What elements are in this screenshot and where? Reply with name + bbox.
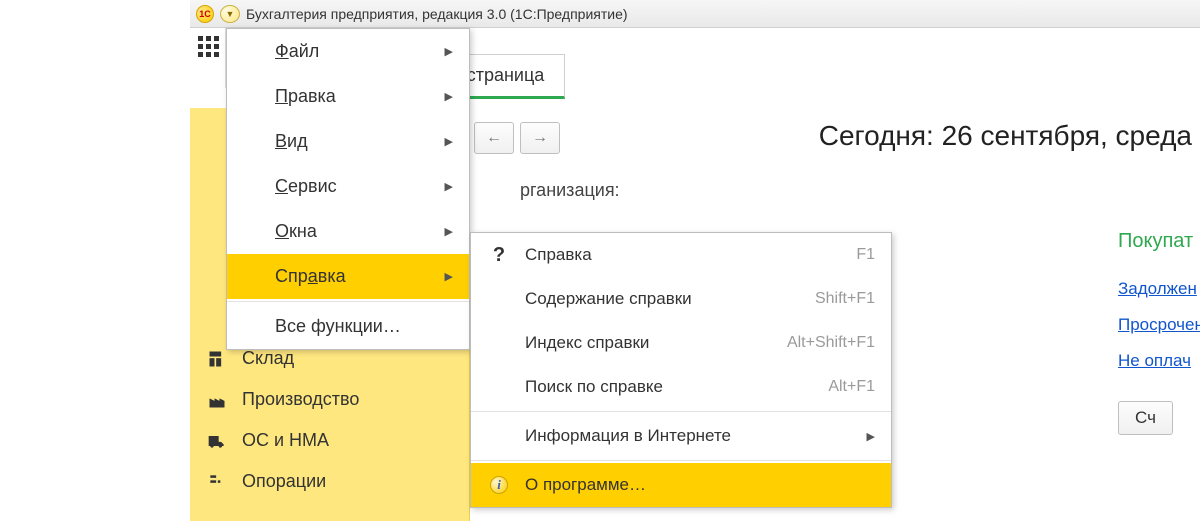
menu-item-view[interactable]: Вид ▶ [227,119,469,164]
chevron-right-icon: ▶ [445,225,453,238]
chevron-right-icon: ▶ [445,135,453,148]
menu-item-help[interactable]: Справка ▶ [227,254,469,299]
menu-item-all-functions[interactable]: Все функции… [227,304,469,349]
chevron-right-icon: ▶ [445,180,453,193]
menu-item-label: Правка [275,86,336,107]
sub-item-help-contents[interactable]: Содержание справки Shift+F1 [471,277,891,321]
chevron-right-icon: ▶ [867,430,875,443]
menu-item-label: Справка [275,266,346,287]
sub-item-help-index[interactable]: Индекс справки Alt+Shift+F1 [471,321,891,365]
link-overdue[interactable]: Просрочен [1118,307,1200,343]
operations-icon [206,472,228,492]
info-icon: i [489,475,509,495]
sub-item-label: Информация в Интернете [525,426,731,446]
right-panel-heading: Покупат [1118,230,1200,271]
menu-separator [471,460,891,461]
menu-separator [471,411,891,412]
sidebar-item-assets[interactable]: ОС и НМА [190,420,469,461]
link-debt[interactable]: Задолжен [1118,271,1200,307]
sub-item-help[interactable]: ? Справка F1 [471,233,891,277]
sub-item-label: О программе… [525,475,646,495]
menu-item-label: Вид [275,131,308,152]
app-window: 1C ▼ Бухгалтерия предприятия, редакция 3… [190,0,1200,521]
today-heading: Сегодня: 26 сентября, среда [819,120,1192,152]
apps-grid-icon[interactable] [198,36,219,57]
chevron-right-icon: ▶ [445,45,453,58]
nav-back-button[interactable]: ← [474,122,514,154]
sidebar-item-label: Склад [242,348,294,369]
logo-1c-icon: 1C [196,5,214,23]
shortcut: F1 [856,246,875,264]
arrow-right-icon: → [532,129,548,147]
menu-item-label: Все функции… [275,316,401,337]
sub-item-help-search[interactable]: Поиск по справке Alt+F1 [471,365,891,409]
question-icon: ? [489,245,509,265]
shortcut: Alt+Shift+F1 [787,334,875,352]
menu-item-label: Сервис [275,176,337,197]
link-unpaid[interactable]: Не оплач [1118,343,1200,379]
invoice-button[interactable]: Сч [1118,401,1173,435]
chevron-right-icon: ▶ [445,270,453,283]
sidebar-item-production[interactable]: Производство [190,379,469,420]
menu-item-label: Окна [275,221,317,242]
organization-label: рганизация: [520,180,620,201]
chevron-down-icon: ▼ [226,9,235,19]
menu-item-windows[interactable]: Окна ▶ [227,209,469,254]
titlebar: 1C ▼ Бухгалтерия предприятия, редакция 3… [190,0,1200,28]
title-dropdown-button[interactable]: ▼ [220,5,240,23]
sub-item-internet-info[interactable]: Информация в Интернете ▶ [471,414,891,458]
sidebar-item-label: Производство [242,389,359,410]
menu-item-edit[interactable]: Правка ▶ [227,74,469,119]
sidebar-item-label: ОС и НМА [242,430,329,451]
sub-item-label: Справка [525,245,592,265]
sub-item-label: Содержание справки [525,289,692,309]
help-submenu: ? Справка F1 Содержание справки Shift+F1… [470,232,892,508]
right-panel: Покупат Задолжен Просрочен Не оплач Сч [1118,230,1200,435]
sub-item-label: Поиск по справке [525,377,663,397]
sub-item-label: Индекс справки [525,333,649,353]
menu-item-label: Файл [275,41,319,62]
menu-item-service[interactable]: Сервис ▶ [227,164,469,209]
shortcut: Shift+F1 [815,290,875,308]
truck-icon [206,431,228,451]
arrow-left-icon: ← [486,129,502,147]
nav-forward-button[interactable]: → [520,122,560,154]
factory-icon [206,390,228,410]
shortcut: Alt+F1 [828,378,875,396]
menu-separator [227,301,469,302]
main-menu: Файл ▶ Правка ▶ Вид ▶ Сервис ▶ Окна ▶ Сп… [226,28,470,350]
sidebar-item-operations[interactable]: Опорации [190,461,469,502]
menu-item-file[interactable]: Файл ▶ [227,29,469,74]
sidebar-item-label: Опорации [242,471,326,492]
chevron-right-icon: ▶ [445,90,453,103]
warehouse-icon [206,349,228,369]
sub-item-about[interactable]: i О программе… [471,463,891,507]
window-title: Бухгалтерия предприятия, редакция 3.0 (1… [246,6,628,22]
